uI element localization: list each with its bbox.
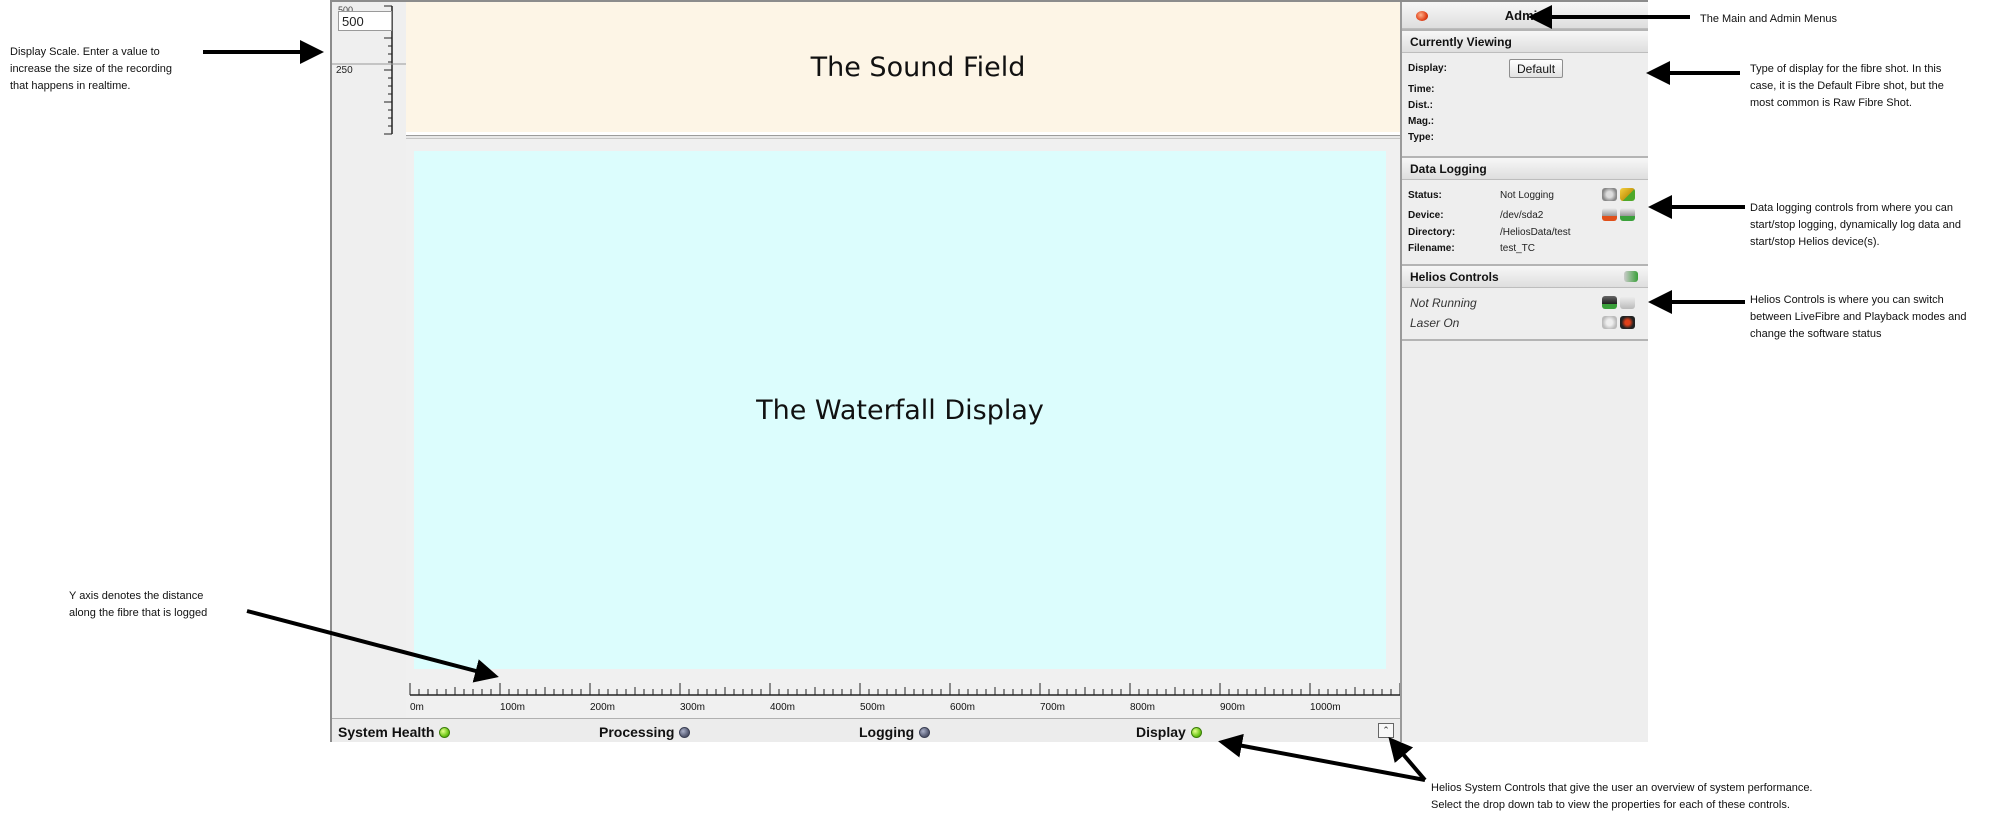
laser-off-icon[interactable] bbox=[1602, 316, 1617, 329]
start-helios-icon[interactable] bbox=[1602, 296, 1617, 309]
stop-device-icon[interactable] bbox=[1602, 208, 1617, 221]
status-system-health-label: System Health bbox=[338, 724, 435, 740]
expand-tab-icon[interactable]: ⌃ bbox=[1378, 723, 1394, 738]
logging-settings-icon[interactable] bbox=[1602, 188, 1617, 201]
laser-status-text: Laser On bbox=[1410, 316, 1460, 330]
waterfall-display[interactable]: The Waterfall Display bbox=[414, 151, 1386, 669]
distance-axis-label: 300m bbox=[680, 702, 705, 713]
helios-app-window: 500 250 The Sound Field The Waterfall Di… bbox=[330, 0, 1648, 742]
directory-label: Directory: bbox=[1408, 227, 1456, 238]
sound-field: The Sound Field bbox=[406, 2, 1430, 132]
distance-axis-ruler: 0m 100m 200m 300m 400m 500m 600m 700m 800m 900m 10… bbox=[409, 683, 1416, 713]
scale-mid-label: 250 bbox=[336, 65, 353, 76]
distance-axis-label: 400m bbox=[770, 702, 795, 713]
logging-status-value: Not Logging bbox=[1500, 190, 1554, 201]
distance-axis-label: 100m bbox=[500, 702, 525, 713]
distance-axis-label: 600m bbox=[950, 702, 975, 713]
type-label: Type: bbox=[1408, 132, 1434, 143]
admin-menu-bar[interactable]: Admin bbox=[1402, 2, 1648, 29]
helios-controls-title: Helios Controls bbox=[1410, 270, 1499, 284]
logging-status-label: Status: bbox=[1408, 190, 1442, 201]
distance-axis-label: 900m bbox=[1220, 702, 1245, 713]
time-label: Time: bbox=[1408, 84, 1435, 95]
display-type-button[interactable]: Default bbox=[1509, 59, 1564, 78]
distance-axis-label: 500m bbox=[860, 702, 885, 713]
status-logging-label: Logging bbox=[859, 724, 915, 740]
distance-axis-label: 700m bbox=[1040, 702, 1065, 713]
mag-label: Mag.: bbox=[1408, 116, 1435, 127]
start-logging-icon[interactable] bbox=[1620, 188, 1635, 201]
stop-helios-icon[interactable] bbox=[1620, 296, 1635, 309]
distance-axis-label: 1000m bbox=[1310, 702, 1341, 713]
display-scale-input[interactable] bbox=[338, 11, 392, 31]
admin-menu-label[interactable]: Admin bbox=[1505, 8, 1545, 23]
admin-menu-section: Admin bbox=[1402, 2, 1648, 31]
annotation-display-scale: Display Scale. Enter a value to increase… bbox=[10, 46, 173, 92]
currently-viewing-section: Currently Viewing Display: Default Time:… bbox=[1402, 31, 1648, 158]
system-health-indicator-icon bbox=[439, 727, 451, 738]
annotation-y-axis: Y axis denotes the distance along the fi… bbox=[69, 590, 208, 619]
annotation-main-admin-menus: The Main and Admin Menus bbox=[1700, 13, 1837, 25]
waterfall-container: The Waterfall Display bbox=[406, 139, 1430, 674]
display-scale-panel: 500 250 bbox=[332, 2, 406, 718]
distance-axis-label: 200m bbox=[590, 702, 615, 713]
annotation-display-type: Type of display for the fibre shot. In t… bbox=[1750, 63, 1944, 109]
main-menu-icon[interactable] bbox=[1416, 11, 1428, 21]
display-label: Display: bbox=[1408, 63, 1447, 74]
waterfall-title: The Waterfall Display bbox=[756, 394, 1044, 426]
distance-axis-label: 800m bbox=[1130, 702, 1155, 713]
currently-viewing-header: Currently Viewing bbox=[1402, 31, 1648, 53]
status-display[interactable]: Display bbox=[1136, 724, 1202, 740]
helios-controls-section: Helios Controls Not Running Laser On bbox=[1402, 266, 1648, 341]
device-label: Device: bbox=[1408, 210, 1444, 221]
logging-indicator-icon bbox=[919, 727, 931, 738]
directory-value: /HeliosData/test bbox=[1500, 227, 1571, 238]
laser-on-icon[interactable] bbox=[1620, 316, 1635, 329]
processing-indicator-icon bbox=[679, 727, 691, 738]
running-status-text: Not Running bbox=[1410, 296, 1477, 310]
status-processing[interactable]: Processing bbox=[599, 724, 691, 740]
mode-switch-icon[interactable] bbox=[1624, 271, 1638, 282]
distance-axis-label: 0m bbox=[410, 702, 424, 713]
start-device-icon[interactable] bbox=[1620, 208, 1635, 221]
arrow-system-expand bbox=[1388, 736, 1427, 782]
status-display-label: Display bbox=[1136, 724, 1186, 740]
data-logging-header: Data Logging bbox=[1402, 158, 1648, 180]
status-logging[interactable]: Logging bbox=[859, 724, 931, 740]
annotation-system-controls: Helios System Controls that give the use… bbox=[1431, 782, 1813, 811]
status-system-health[interactable]: System Health bbox=[338, 724, 451, 740]
display-indicator-icon bbox=[1190, 727, 1202, 738]
system-controls-bar: System Health Processing Logging Display… bbox=[332, 718, 1430, 742]
status-processing-label: Processing bbox=[599, 724, 675, 740]
helios-controls-header: Helios Controls bbox=[1402, 266, 1648, 288]
device-value: /dev/sda2 bbox=[1500, 210, 1544, 221]
filename-value: test_TC bbox=[1500, 243, 1536, 254]
right-panel: Admin Currently Viewing Display: Default… bbox=[1400, 2, 1648, 742]
annotation-helios-controls: Helios Controls is where you can switch … bbox=[1750, 294, 1967, 340]
annotation-data-logging: Data logging controls from where you can… bbox=[1750, 202, 1961, 248]
distance-axis: 0m 100m 200m 300m 400m 500m 600m 700m 800m 900m 10… bbox=[406, 674, 1430, 718]
sound-field-title: The Sound Field bbox=[810, 51, 1026, 83]
filename-label: Filename: bbox=[1408, 243, 1455, 254]
data-logging-section: Data Logging Status: Not Logging Device:… bbox=[1402, 158, 1648, 266]
dist-label: Dist.: bbox=[1408, 100, 1433, 111]
arrow-system-display bbox=[1218, 733, 1426, 782]
